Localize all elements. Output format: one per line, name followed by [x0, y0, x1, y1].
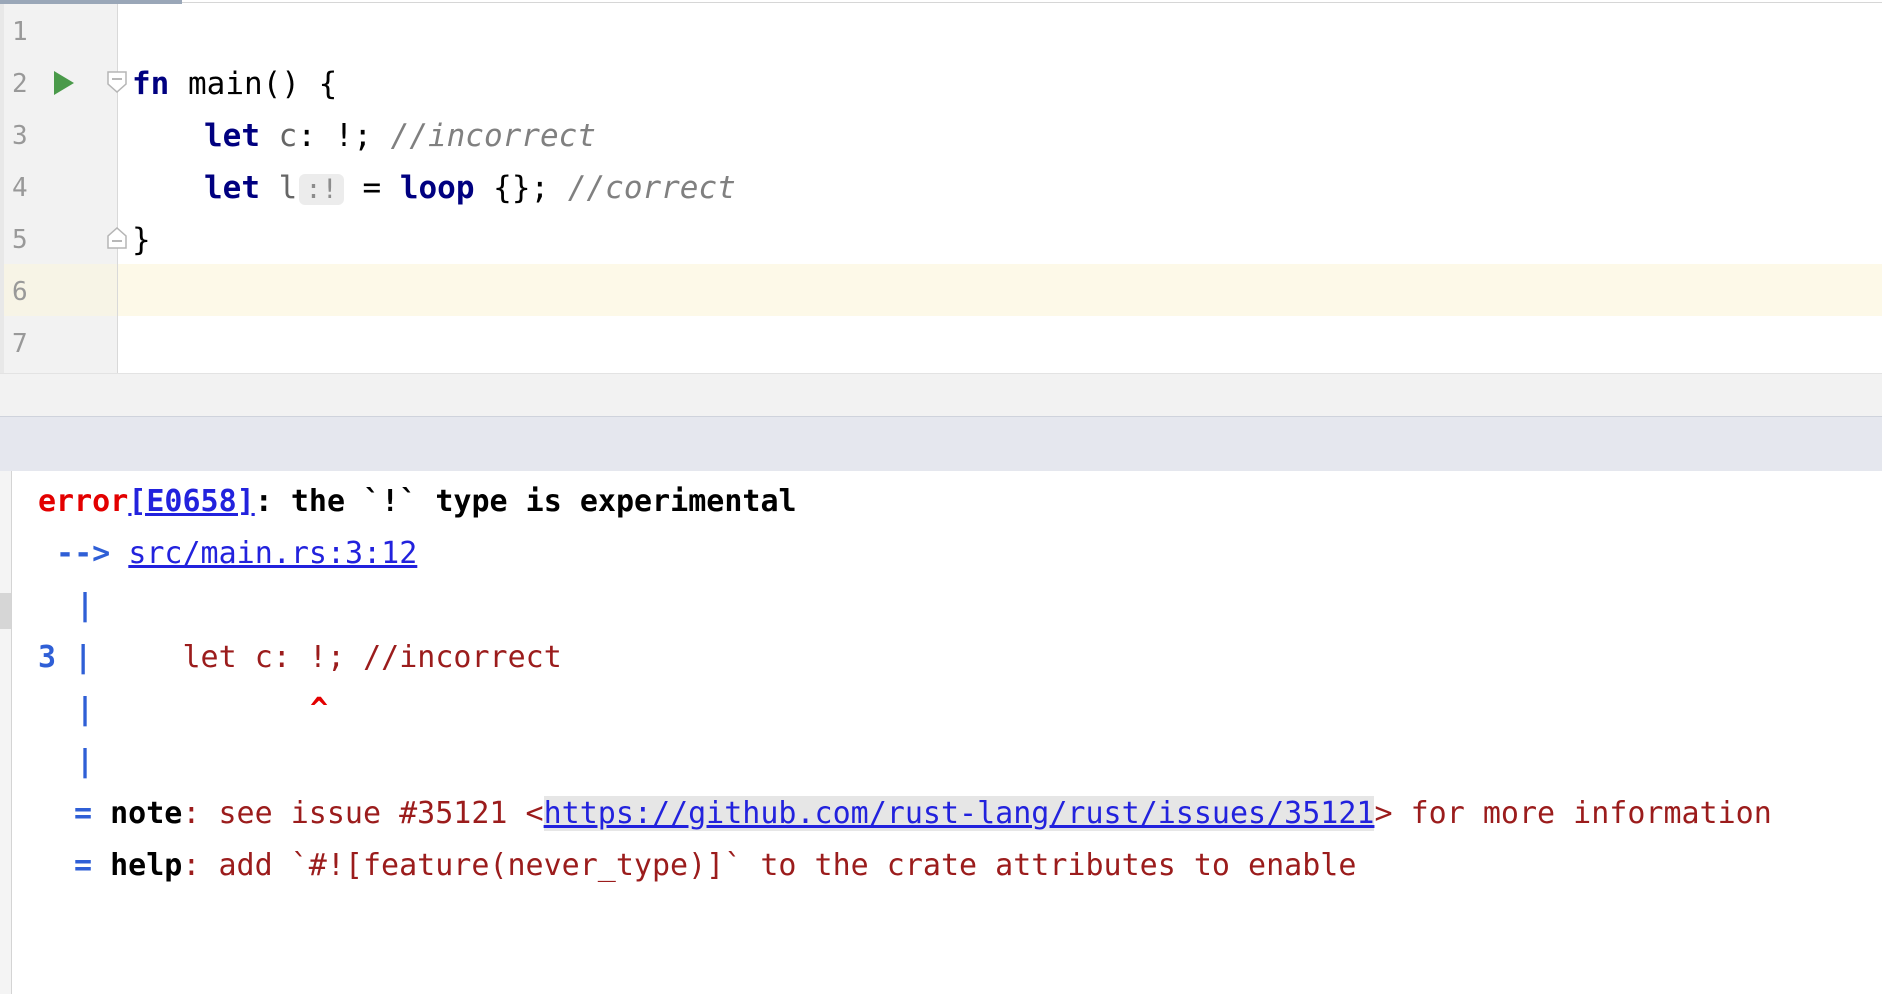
unfold-marker-icon[interactable] — [106, 226, 128, 250]
pipe-glyph: | — [76, 588, 95, 623]
caret-glyph: ^ — [310, 692, 329, 727]
code-line-5[interactable]: } — [132, 214, 151, 266]
snippet-code-line: 3 | let c: !; //incorrect — [38, 632, 562, 684]
run-console-output[interactable]: error[E0658]: the `!` type is experiment… — [0, 471, 1882, 994]
location-arrow: --> — [38, 536, 129, 571]
help-text: : add `#![feature(never_type)]` to the c… — [182, 848, 1357, 883]
panel-splitter[interactable] — [0, 416, 1882, 471]
source-location-link[interactable]: src/main.rs:3:12 — [128, 536, 417, 571]
current-line-highlight — [118, 264, 1882, 316]
line-number-4: 4 — [12, 173, 28, 203]
variable-name: l — [260, 170, 298, 206]
keyword-let: let — [204, 170, 260, 206]
error-header: error[E0658]: the `!` type is experiment… — [38, 476, 797, 528]
help-line: = help: add `#![feature(never_type)]` to… — [74, 840, 1356, 892]
gutter-border — [117, 4, 118, 373]
note-prefix: : see issue #35121 < — [182, 796, 544, 831]
issue-url-link[interactable]: https://github.com/rust-lang/rust/issues… — [543, 796, 1375, 831]
line-number-5: 5 — [12, 225, 28, 255]
error-caret: ^ — [310, 684, 328, 736]
note-suffix: > for more information — [1374, 796, 1772, 831]
code-editor[interactable]: 1 2 3 4 5 6 7 fn main() { let c: !; //in… — [0, 0, 1882, 373]
code-comment: //incorrect — [390, 118, 596, 154]
code-line-2[interactable]: fn main() { — [132, 58, 337, 110]
code-text: main() { — [169, 66, 338, 102]
note-line: = note: see issue #35121 <https://github… — [74, 788, 1772, 840]
snippet-gutter-pipe: | — [76, 736, 94, 788]
console-left-toolbar — [0, 471, 12, 994]
code-text: } — [132, 222, 151, 258]
snippet-gutter-pipe: | — [76, 580, 94, 632]
keyword-loop: loop — [399, 170, 475, 206]
note-label: note — [110, 796, 183, 831]
code-line-3[interactable]: let c: !; //incorrect — [204, 110, 596, 162]
pipe-glyph: | — [74, 640, 93, 675]
error-label: error — [38, 484, 129, 519]
line-number-7: 7 — [12, 329, 28, 359]
help-equals: = — [74, 848, 93, 883]
error-code-link[interactable]: [E0658] — [128, 484, 254, 519]
code-comment: //correct — [567, 170, 736, 206]
code-text: : !; — [297, 118, 391, 154]
help-label: help — [110, 848, 183, 883]
snippet-line-number: 3 — [38, 640, 57, 675]
line-number-6: 6 — [12, 277, 28, 307]
code-text: {}; — [474, 170, 568, 206]
fold-marker-icon[interactable] — [106, 70, 128, 94]
pipe-glyph: | — [76, 692, 95, 727]
keyword-fn: fn — [132, 66, 170, 102]
snippet-code: let c: !; //incorrect — [110, 640, 562, 675]
line-number-1: 1 — [12, 17, 28, 47]
pipe-glyph: | — [76, 744, 95, 779]
keyword-let: let — [204, 118, 260, 154]
snippet-caret-line: | — [76, 684, 94, 736]
line-number-2: 2 — [12, 69, 28, 99]
editor-bottom-bar — [0, 373, 1882, 417]
error-message: : the `!` type is experimental — [254, 484, 797, 519]
line-number-3: 3 — [12, 121, 28, 151]
code-text: = — [343, 170, 400, 206]
run-triangle-icon[interactable] — [52, 70, 76, 96]
type-inlay-hint: :! — [299, 174, 344, 205]
note-equals: = — [74, 796, 93, 831]
variable-name: c — [260, 118, 298, 154]
code-line-4[interactable]: let l:! = loop {}; //correct — [204, 162, 736, 214]
error-location: --> src/main.rs:3:12 — [38, 528, 417, 580]
console-scroll-marker[interactable] — [0, 593, 11, 629]
editor-top-border — [182, 2, 1882, 3]
